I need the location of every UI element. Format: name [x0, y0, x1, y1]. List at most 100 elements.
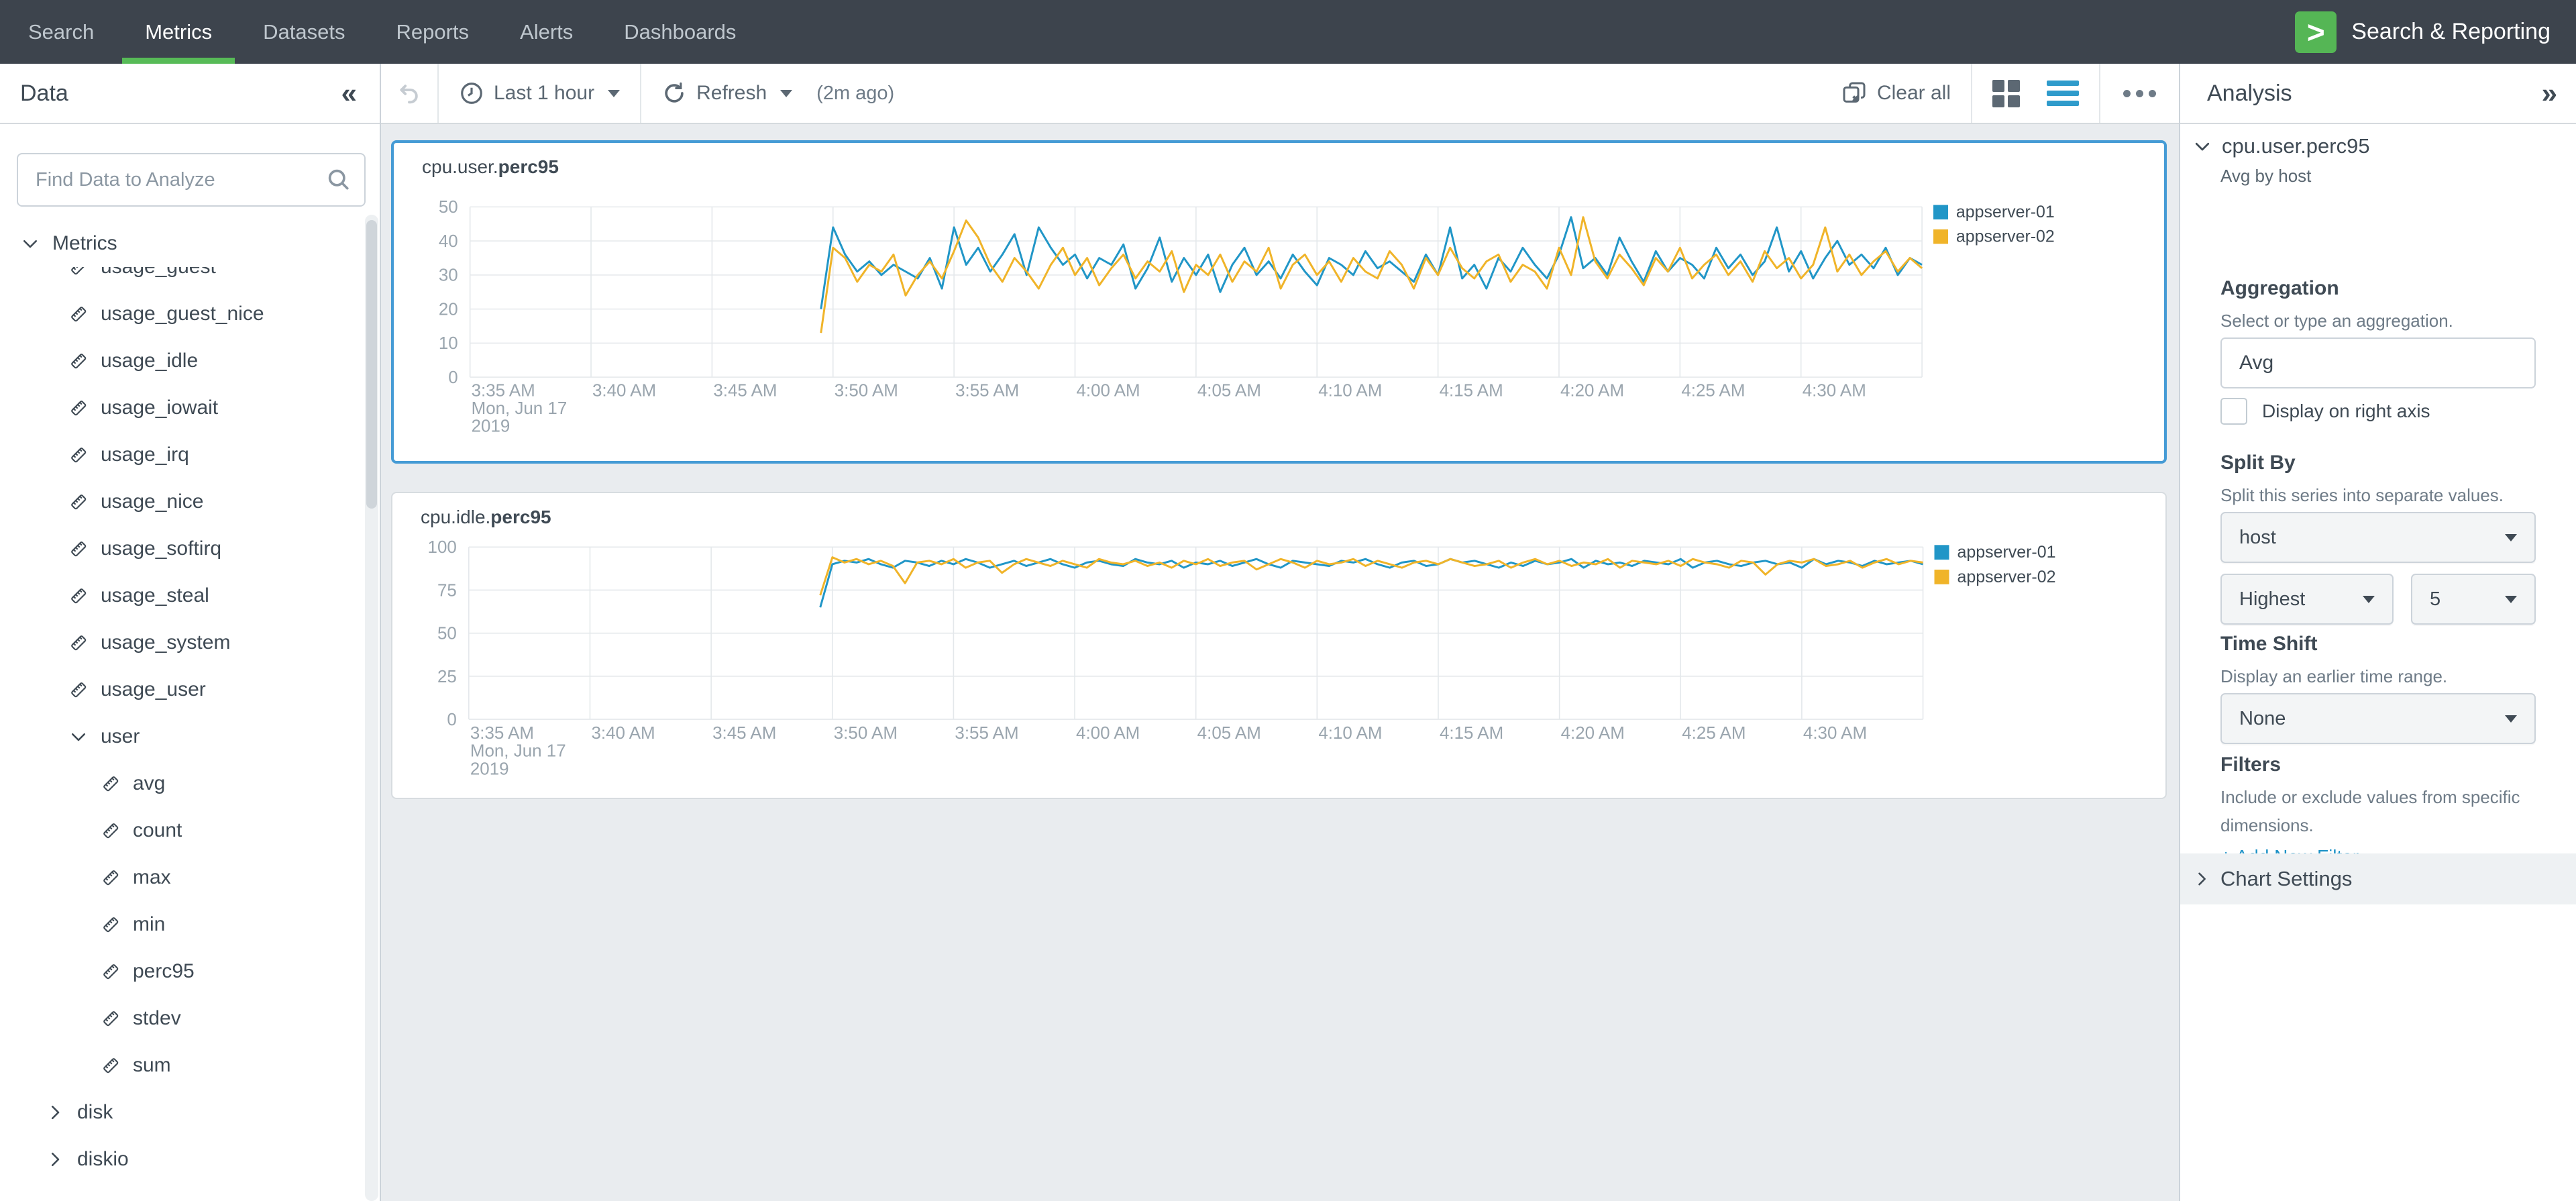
tree-metric-stdev[interactable]: stdev: [0, 995, 368, 1042]
tree-metric-usage_idle[interactable]: usage_idle: [0, 337, 368, 384]
svg-text:4:15 AM: 4:15 AM: [1440, 724, 1503, 743]
app-brand[interactable]: > Search & Reporting: [2295, 0, 2576, 64]
svg-text:4:30 AM: 4:30 AM: [1803, 382, 1866, 401]
tree-item-label: usage_softirq: [101, 537, 221, 560]
svg-text:0: 0: [447, 711, 456, 729]
split-by-field-dropdown[interactable]: host: [2220, 512, 2536, 563]
time-range-button[interactable]: Last 1 hour: [439, 64, 640, 123]
refresh-button[interactable]: Refresh: [641, 64, 812, 123]
chevron-down-icon: [780, 90, 792, 97]
nav-item-reports[interactable]: Reports: [370, 0, 494, 64]
main-toolbar: Last 1 hour Refresh (2m ago) Clear all: [381, 64, 2179, 124]
tree-metric-usage_user[interactable]: usage_user: [0, 666, 368, 713]
filters-helper-line1: Include or exclude values from specific: [2220, 787, 2520, 808]
svg-text:2019: 2019: [470, 760, 509, 778]
undo-button[interactable]: [381, 64, 437, 123]
tree-metric-perc95[interactable]: perc95: [0, 948, 368, 995]
sidebar-scrollbar[interactable]: [365, 215, 378, 1201]
svg-text:3:35 AM: 3:35 AM: [472, 382, 535, 401]
time-shift-dropdown[interactable]: None: [2220, 693, 2536, 744]
tree-metric-usage_steal[interactable]: usage_steal: [0, 572, 368, 619]
chart-settings-toggle[interactable]: Chart Settings: [2180, 853, 2576, 904]
chevron-down-icon: [2363, 596, 2375, 603]
data-sidebar: Data « Metricsusage_guestusage_guest_nic…: [0, 64, 381, 1201]
svg-text:3:35 AM: 3:35 AM: [470, 724, 534, 743]
time-shift-value: None: [2239, 708, 2286, 730]
tree-metric-usage_nice[interactable]: usage_nice: [0, 478, 368, 525]
more-options-button[interactable]: [2100, 90, 2179, 97]
svg-text:4:15 AM: 4:15 AM: [1440, 382, 1503, 401]
metric-ruler-icon: [68, 398, 89, 418]
tree-group-diskio[interactable]: diskio: [0, 1136, 368, 1183]
chart-card-cpu-user-perc95[interactable]: cpu.user.perc95 010203040503:35 AMMon, J…: [391, 140, 2167, 464]
tree-metric-avg[interactable]: avg: [0, 760, 368, 807]
analysis-title: Analysis: [2207, 81, 2292, 107]
sidebar-title: Data: [20, 81, 68, 107]
tree-item-label: usage_steal: [101, 584, 209, 607]
metric-ruler-icon: [68, 304, 89, 324]
collapse-analysis-icon[interactable]: »: [2542, 77, 2557, 109]
right-axis-checkbox[interactable]: [2220, 398, 2247, 425]
search-input[interactable]: [17, 153, 366, 207]
metrics-tree: Metricsusage_guestusage_guest_nice usage_…: [0, 220, 368, 1183]
analysis-metric-name: cpu.user.perc95: [2222, 134, 2370, 158]
tree-metric-usage_guest[interactable]: usage_guest: [0, 267, 368, 291]
tree-item-label: min: [133, 913, 165, 936]
tree-metric-usage_guest_nice[interactable]: usage_guest_nice: [0, 291, 368, 337]
tree-metric-max[interactable]: max: [0, 854, 368, 901]
chevron-down-icon: [608, 90, 620, 97]
nav-item-dashboards[interactable]: Dashboards: [598, 0, 761, 64]
tree-item-label: diskio: [77, 1148, 129, 1171]
svg-text:30: 30: [439, 266, 458, 285]
nav-item-datasets[interactable]: Datasets: [237, 0, 370, 64]
tree-metric-usage_softirq[interactable]: usage_softirq: [0, 525, 368, 572]
tree-group-user[interactable]: user: [0, 713, 368, 760]
tree-item-label: usage_idle: [101, 350, 198, 372]
nav-item-search[interactable]: Search: [3, 0, 119, 64]
tree-metric-min[interactable]: min: [0, 901, 368, 948]
tree-metric-count[interactable]: count: [0, 807, 368, 854]
chevron-down-icon: [2192, 136, 2212, 156]
analysis-metric-row[interactable]: cpu.user.perc95: [2192, 134, 2370, 158]
svg-text:3:50 AM: 3:50 AM: [835, 382, 898, 401]
list-view-button[interactable]: [2040, 64, 2099, 123]
nav-item-metrics[interactable]: Metrics: [119, 0, 237, 64]
collapse-sidebar-icon[interactable]: «: [341, 77, 357, 109]
line-chart-cpu-idle-perc95[interactable]: 02550751003:35 AMMon, Jun 1720193:40 AM3…: [392, 493, 2165, 798]
tree-group-Metrics[interactable]: Metrics: [0, 220, 368, 267]
tree-metric-usage_irq[interactable]: usage_irq: [0, 431, 368, 478]
metric-ruler-icon: [101, 821, 121, 841]
split-by-limit-dropdown[interactable]: 5: [2411, 574, 2536, 625]
clear-all-button[interactable]: Clear all: [1821, 64, 1971, 123]
tree-metric-usage_iowait[interactable]: usage_iowait: [0, 384, 368, 431]
svg-text:75: 75: [437, 581, 457, 600]
time-range-label: Last 1 hour: [494, 82, 594, 105]
filters-helper-line2: dimensions.: [2220, 815, 2314, 836]
split-by-order-value: Highest: [2239, 588, 2305, 611]
metric-ruler-icon: [68, 351, 89, 371]
grid-view-button[interactable]: [1972, 64, 2040, 123]
splunk-logo-icon: >: [2295, 11, 2337, 53]
svg-text:2019: 2019: [472, 417, 511, 436]
aggregation-heading: Aggregation: [2220, 277, 2339, 300]
tree-item-label: usage_user: [101, 678, 206, 701]
line-chart-cpu-user-perc95[interactable]: 010203040503:35 AMMon, Jun 1720193:40 AM…: [394, 143, 2164, 461]
split-by-limit-value: 5: [2430, 588, 2440, 611]
chart-settings-label: Chart Settings: [2220, 867, 2352, 891]
svg-text:4:10 AM: 4:10 AM: [1318, 724, 1382, 743]
sidebar-scrollbar-thumb[interactable]: [366, 220, 377, 509]
aggregation-input[interactable]: [2220, 337, 2536, 388]
tree-metric-sum[interactable]: sum: [0, 1042, 368, 1089]
tree-group-disk[interactable]: disk: [0, 1089, 368, 1136]
chart-card-cpu-idle-perc95[interactable]: cpu.idle.perc95 02550751003:35 AMMon, Ju…: [391, 492, 2167, 799]
tree-metric-usage_system[interactable]: usage_system: [0, 619, 368, 666]
tree-item-label: avg: [133, 772, 165, 795]
svg-text:4:05 AM: 4:05 AM: [1197, 724, 1261, 743]
tree-item-label: user: [101, 725, 140, 748]
nav-items: SearchMetricsDatasetsReportsAlertsDashbo…: [0, 0, 761, 64]
tree-item-label: usage_system: [101, 631, 230, 654]
svg-text:4:25 AM: 4:25 AM: [1682, 724, 1746, 743]
split-by-order-dropdown[interactable]: Highest: [2220, 574, 2394, 625]
svg-text:4:30 AM: 4:30 AM: [1803, 724, 1867, 743]
nav-item-alerts[interactable]: Alerts: [494, 0, 598, 64]
